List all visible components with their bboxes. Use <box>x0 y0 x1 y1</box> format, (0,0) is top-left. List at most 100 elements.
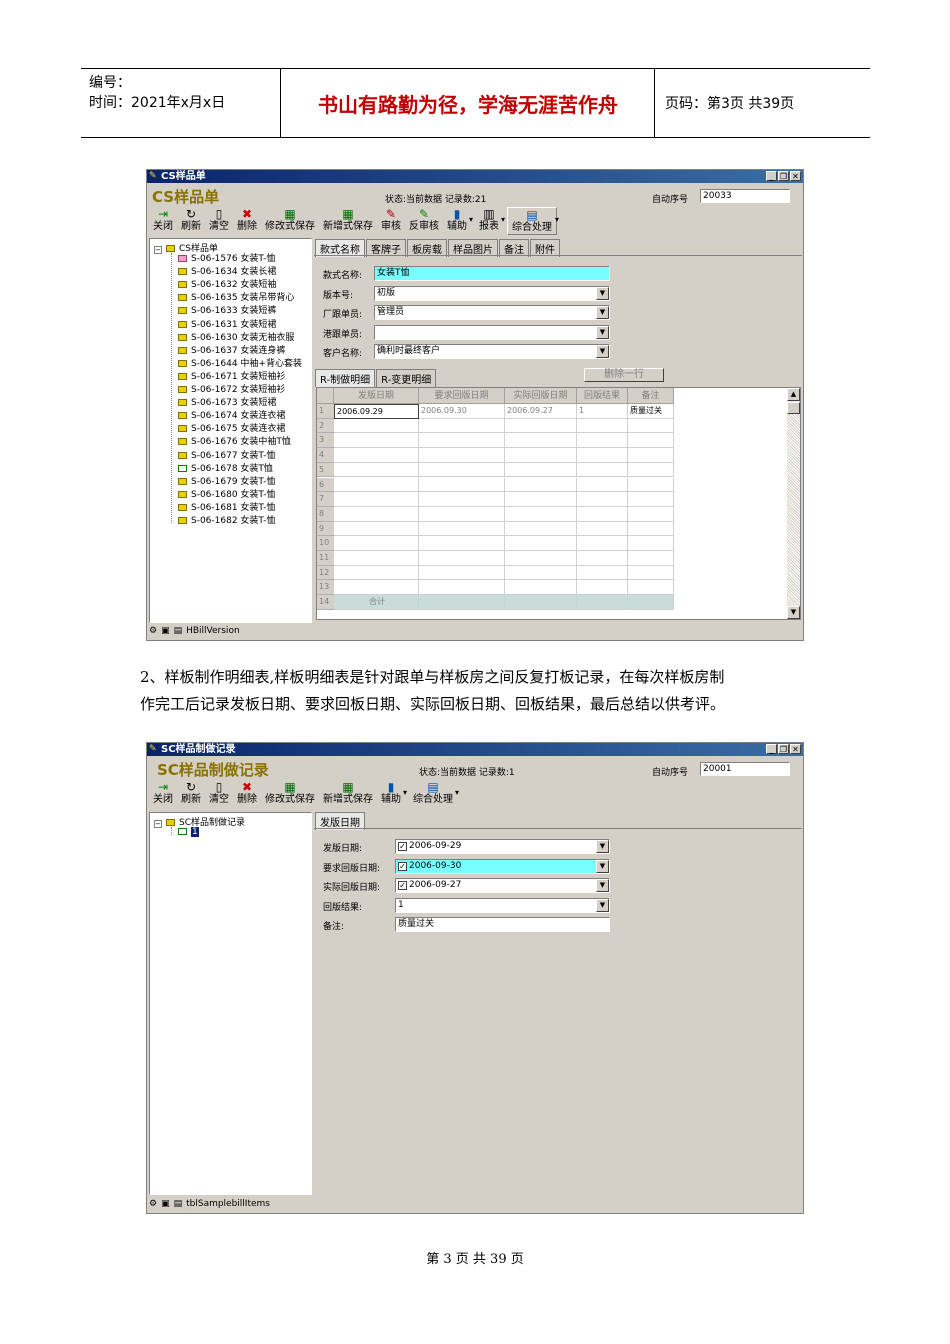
grid-cell[interactable] <box>628 448 674 463</box>
grid-cell[interactable] <box>505 433 577 449</box>
clear-button[interactable]: ▯ 清空 <box>205 207 233 233</box>
issue-date-picker[interactable]: ✓ 2006-09-29 ▼ <box>395 839 610 854</box>
tab-change-detail[interactable]: R-变更明细 <box>376 369 437 387</box>
report-dropdown-icon[interactable]: ▾ <box>501 207 505 224</box>
scroll-down-icon[interactable]: ▼ <box>787 606 800 619</box>
grid-cell[interactable] <box>334 565 419 581</box>
grid-cell[interactable] <box>505 492 577 507</box>
grid-cell[interactable] <box>419 565 505 581</box>
grid-cell[interactable] <box>577 506 628 522</box>
grid-cell[interactable]: 2006.09.29 <box>334 404 419 419</box>
grid-cell[interactable] <box>334 418 419 434</box>
grid-cell[interactable] <box>505 551 577 566</box>
grid-cell[interactable]: 质量过关 <box>628 404 674 419</box>
grid-cell[interactable] <box>628 595 674 610</box>
refresh-button[interactable]: ↻ 刷新 <box>177 780 205 806</box>
grid-cell[interactable] <box>334 580 419 596</box>
grid-cell[interactable] <box>577 565 628 581</box>
grid-cell[interactable] <box>577 580 628 596</box>
grid-column-header[interactable]: 实际回版日期 <box>505 388 577 404</box>
grid-cell[interactable] <box>334 448 419 463</box>
grid-cell[interactable] <box>505 448 577 463</box>
minimize-button[interactable]: _ <box>766 744 777 754</box>
grid-cell[interactable] <box>628 565 674 581</box>
assist-dropdown-icon[interactable]: ▾ <box>469 207 473 224</box>
grid-cell[interactable] <box>334 462 419 478</box>
chevron-down-icon[interactable]: ▼ <box>596 306 609 319</box>
grid-cell[interactable] <box>577 462 628 478</box>
assist-button[interactable]: ▮ 辅助 <box>443 207 471 233</box>
checkbox-checked-icon[interactable]: ✓ <box>398 881 407 890</box>
tree-item[interactable]: S-06-1576 女装T-恤 <box>178 253 275 266</box>
tree-item[interactable]: S-06-1673 女装短裙 <box>178 397 276 410</box>
grid-column-header[interactable]: 回版结果 <box>577 388 628 404</box>
grid-cell[interactable] <box>419 521 505 537</box>
grid-cell[interactable] <box>419 448 505 463</box>
grid-cell[interactable] <box>628 492 674 507</box>
grid-cell[interactable] <box>505 521 577 537</box>
tree-item[interactable]: S-06-1676 女装中袖T恤 <box>178 436 291 449</box>
checkbox-checked-icon[interactable]: ✓ <box>398 862 407 871</box>
grid-cell[interactable] <box>419 492 505 507</box>
notes-field[interactable]: 质量过关 <box>395 917 610 932</box>
grid-cell[interactable] <box>334 433 419 449</box>
collapse-icon[interactable]: − <box>154 246 162 254</box>
tree-item[interactable]: S-06-1671 女装短袖衫 <box>178 371 285 384</box>
tree-item[interactable]: S-06-1630 女装无袖衣服 <box>178 332 294 345</box>
tree-item[interactable]: 1 <box>178 826 199 839</box>
style-name-field[interactable]: 女装T恤 <box>374 266 610 281</box>
new-save-button[interactable]: ▦ 新增式保存 <box>319 780 377 806</box>
grid-column-header[interactable]: 要求回版日期 <box>419 388 505 404</box>
vertical-scrollbar[interactable]: ▲ ▼ <box>787 388 800 619</box>
tree-item[interactable]: S-06-1634 女装长裙 <box>178 266 276 279</box>
actual-return-picker[interactable]: ✓ 2006-09-27 ▼ <box>395 878 610 893</box>
new-save-button[interactable]: ▦ 新增式保存 <box>319 207 377 233</box>
grid-cell[interactable] <box>505 580 577 596</box>
version-select[interactable]: 初版 ▼ <box>374 286 610 301</box>
grid-cell[interactable]: 2006.09.30 <box>419 404 505 419</box>
modify-save-button[interactable]: ▦ 修改式保存 <box>261 780 319 806</box>
close-window-button[interactable]: ✕ <box>790 744 801 754</box>
grid-column-header[interactable]: 发版日期 <box>334 388 419 404</box>
modify-save-button[interactable]: ▦ 修改式保存 <box>261 207 319 233</box>
grid-cell[interactable] <box>334 551 419 566</box>
tree-item[interactable]: S-06-1637 女装连身裤 <box>178 345 285 358</box>
return-result-select[interactable]: 1 ▼ <box>395 898 610 913</box>
chevron-down-icon[interactable]: ▼ <box>596 879 609 892</box>
grid-cell[interactable] <box>577 551 628 566</box>
auto-number-field[interactable]: 20001 <box>700 762 790 776</box>
tree-item[interactable]: S-06-1678 女装T恤 <box>178 463 273 476</box>
grid-cell[interactable] <box>628 433 674 449</box>
close-window-button[interactable]: ✕ <box>790 171 801 181</box>
maximize-button[interactable]: ❐ <box>778 171 789 181</box>
grid-cell[interactable] <box>334 536 419 551</box>
grid-cell[interactable] <box>419 418 505 434</box>
grid-cell[interactable] <box>628 551 674 566</box>
grid-cell[interactable] <box>505 595 577 610</box>
integrated-process-button[interactable]: ▤ 综合处理 <box>507 207 558 235</box>
tree-item[interactable]: S-06-1674 女装连衣裙 <box>178 410 285 423</box>
grid-cell[interactable] <box>505 418 577 434</box>
audit-button[interactable]: ✎ 审核 <box>377 207 405 233</box>
grid-cell[interactable] <box>577 448 628 463</box>
hk-merch-select[interactable]: ▼ <box>374 325 610 340</box>
tree-item[interactable]: S-06-1675 女装连衣裙 <box>178 423 285 436</box>
grid-cell[interactable] <box>628 521 674 537</box>
grid-cell[interactable] <box>505 536 577 551</box>
grid-cell[interactable] <box>419 462 505 478</box>
grid-cell[interactable] <box>577 595 628 610</box>
chevron-down-icon[interactable]: ▼ <box>596 899 609 912</box>
factory-merch-select[interactable]: 管理员 ▼ <box>374 305 610 320</box>
tree-item[interactable]: S-06-1679 女装T-恤 <box>178 476 275 489</box>
tree-item[interactable]: S-06-1635 女装吊带背心 <box>178 292 294 305</box>
tree-item[interactable]: S-06-1631 女装短裙 <box>178 319 276 332</box>
tree-root[interactable]: − SC样品制做记录 <box>154 815 245 828</box>
delete-button[interactable]: ✖ 删除 <box>233 780 261 806</box>
chevron-down-icon[interactable]: ▼ <box>596 326 609 339</box>
grid-cell[interactable] <box>419 580 505 596</box>
minimize-button[interactable]: _ <box>766 171 777 181</box>
grid-cell[interactable] <box>419 477 505 493</box>
tree-item[interactable]: S-06-1672 女装短袖衫 <box>178 384 285 397</box>
tree-item[interactable]: S-06-1681 女装T-恤 <box>178 502 275 515</box>
chevron-down-icon[interactable]: ▼ <box>596 287 609 300</box>
